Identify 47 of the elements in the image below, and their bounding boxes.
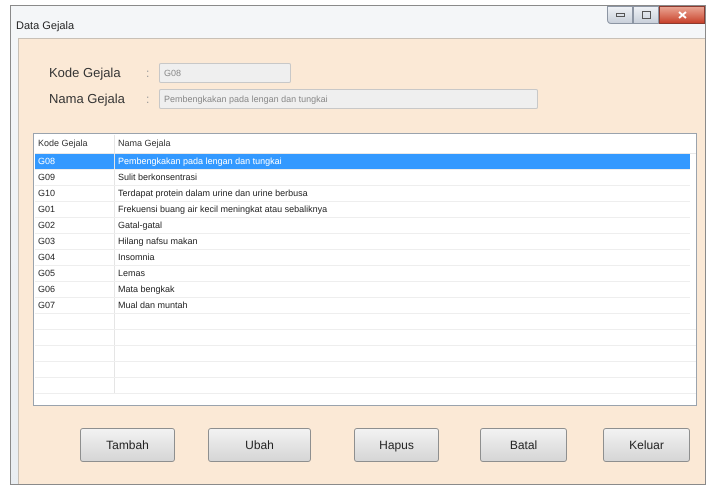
table-row[interactable]: G01 Frekuensi buang air kecil meningkat atau sebaliknya — [35, 202, 690, 218]
minimize-button[interactable] — [607, 6, 633, 24]
action-button[interactable]: Keluar — [603, 428, 690, 462]
table-cell-text: Lemas — [117, 267, 146, 280]
action-button[interactable]: Hapus — [354, 428, 439, 462]
table-row[interactable]: G04 Insomnia — [35, 250, 690, 266]
table-cell-text: Frekuensi buang air kecil meningkat atau sebaliknya — [117, 203, 328, 216]
separator: : — [146, 91, 150, 108]
table-cell: G07 — [35, 298, 115, 313]
action-button[interactable]: Tambah — [80, 428, 175, 462]
action-button[interactable]: Batal — [480, 428, 567, 462]
maximize-button[interactable] — [633, 6, 659, 24]
table-cell-text: Sulit berkonsentrasi — [117, 171, 198, 184]
separator: : — [146, 65, 150, 82]
table-cell-text: Insomnia — [117, 251, 156, 264]
table-cell-text: Hilang nafsu makan — [117, 235, 199, 248]
table-cell: G03 — [35, 234, 115, 249]
table-cell: G06 — [35, 282, 115, 297]
table-cell: G10 — [35, 186, 115, 201]
table-cell: G05 — [35, 266, 115, 281]
close-icon — [678, 11, 686, 19]
table-row[interactable]: G03 Hilang nafsu makan — [35, 234, 690, 250]
table-row[interactable]: G09 Sulit berkonsentrasi — [35, 170, 690, 186]
table-cell: G01 — [35, 202, 115, 217]
close-button[interactable] — [659, 6, 705, 24]
table-row[interactable]: G10 Terdapat protein dalam urine dan urine berbusa — [35, 186, 690, 202]
column-header[interactable]: Nama Gejala — [115, 135, 696, 153]
maximize-icon — [642, 11, 650, 19]
table-cell: G04 — [35, 250, 115, 265]
table-cell-text: Terdapat protein dalam urine dan urine berbusa — [117, 187, 309, 200]
table-row[interactable]: G06 Mata bengkak — [35, 282, 690, 298]
table-cell-text: Mual dan muntah — [117, 299, 189, 312]
table-row[interactable]: G05 Lemas — [35, 266, 690, 282]
field-label: Nama Gejala — [49, 90, 126, 108]
table-cell-text: Pembengkakan pada lengan dan tungkai — [117, 155, 283, 168]
minimize-icon — [616, 13, 624, 17]
table-cell-text: Gatal-gatal — [117, 219, 164, 232]
field-label: Kode Gejala — [49, 64, 122, 82]
table-cell-text: Mata bengkak — [117, 283, 176, 296]
table-cell: G02 — [35, 218, 115, 233]
table-row[interactable]: G07 Mual dan muntah — [35, 298, 690, 314]
column-header[interactable]: Kode Gejala — [35, 135, 115, 153]
table-cell: G09 — [35, 170, 115, 185]
window-title: Data Gejala — [16, 19, 74, 34]
table-cell: G08 — [35, 154, 115, 169]
table-row[interactable]: G02 Gatal-gatal — [35, 218, 690, 234]
action-button[interactable]: Ubah — [208, 428, 311, 462]
